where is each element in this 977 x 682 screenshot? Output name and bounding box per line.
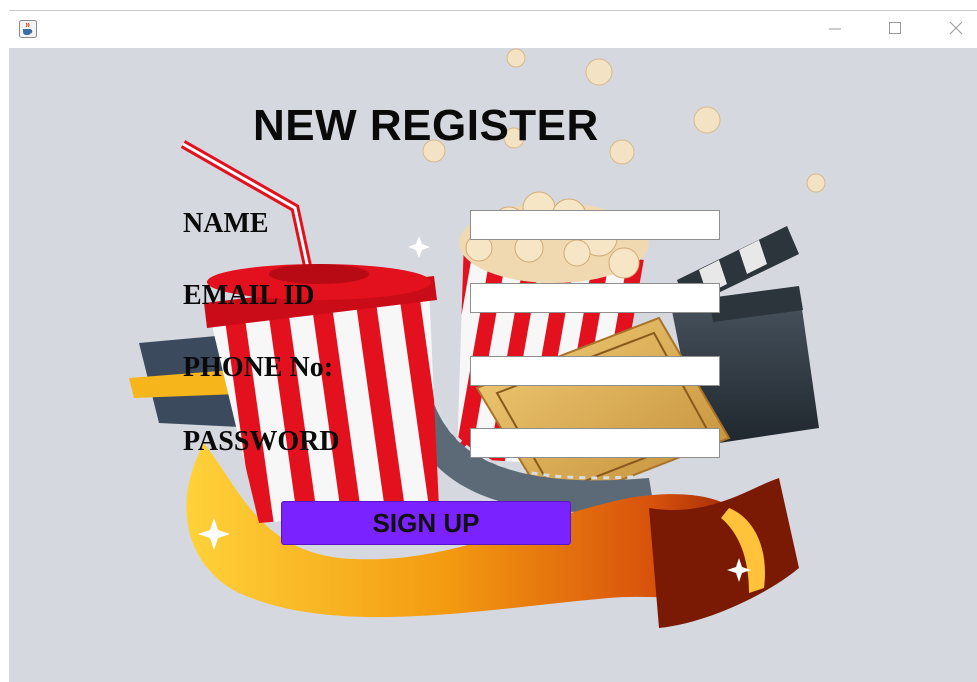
close-icon (949, 21, 963, 40)
sign-up-button[interactable]: SIGN UP (281, 501, 571, 545)
close-button[interactable] (943, 17, 969, 43)
name-label: NAME (183, 208, 269, 239)
phone-field[interactable] (470, 356, 720, 386)
app-window: NEW REGISTER NAME EMAIL ID PHONE No: PAS… (9, 10, 977, 682)
title-bar[interactable] (9, 11, 977, 48)
minimize-icon (828, 21, 842, 40)
maximize-icon (888, 21, 902, 40)
name-field[interactable] (470, 210, 720, 240)
email-field[interactable] (470, 283, 720, 313)
password-field[interactable] (470, 428, 720, 458)
phone-label: PHONE No: (183, 352, 334, 383)
maximize-button[interactable] (882, 17, 908, 43)
minimize-button[interactable] (822, 17, 848, 43)
content-panel: NEW REGISTER NAME EMAIL ID PHONE No: PAS… (9, 48, 977, 682)
page-title: NEW REGISTER (253, 101, 599, 150)
password-label: PASSWORD (183, 426, 340, 457)
email-label: EMAIL ID (183, 280, 315, 311)
java-coffee-cup-icon (19, 20, 37, 38)
